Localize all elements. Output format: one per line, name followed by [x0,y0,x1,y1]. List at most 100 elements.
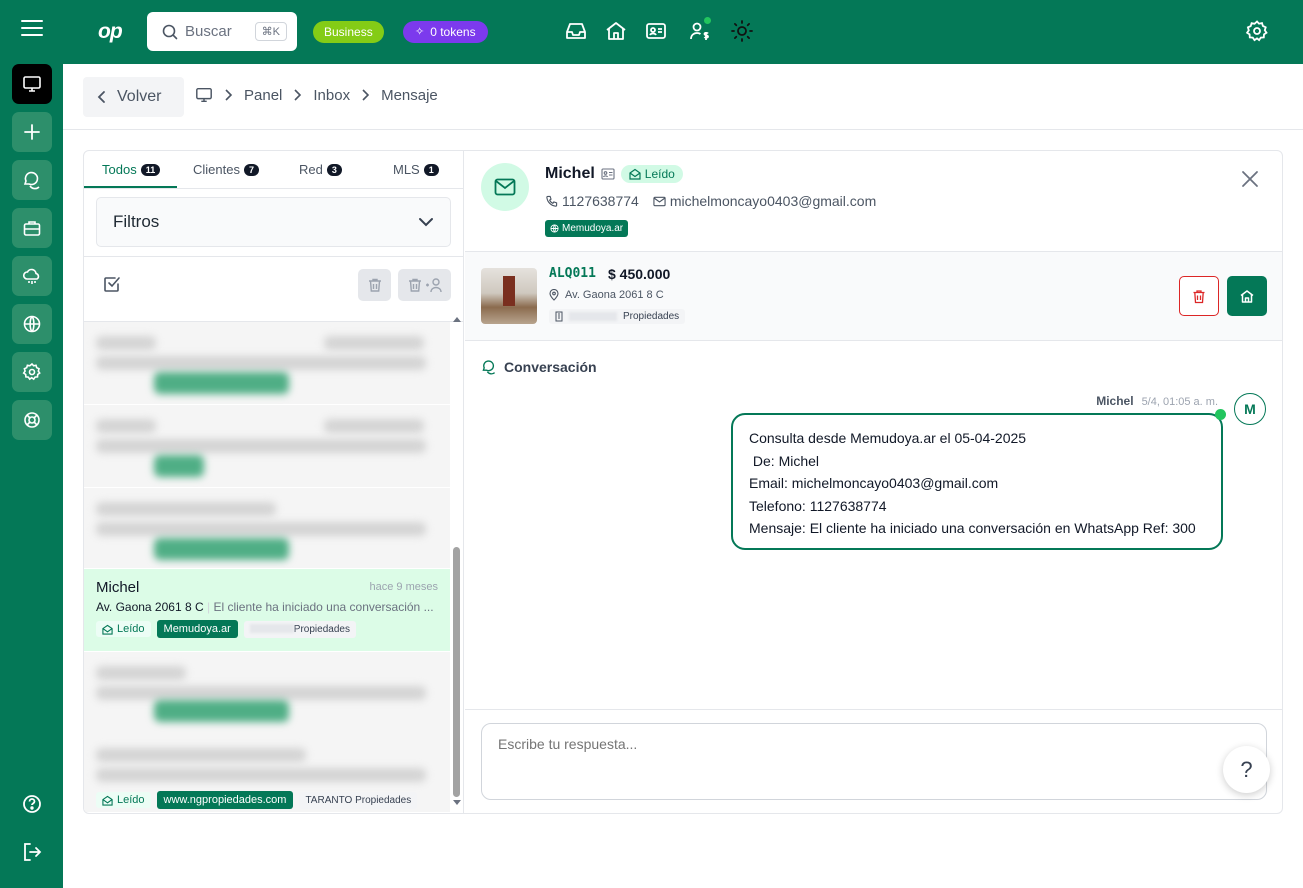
chat-icon[interactable] [12,160,52,200]
unlink-property-button[interactable] [1179,276,1219,316]
desktop-icon[interactable] [12,64,52,104]
plus-icon[interactable] [12,112,52,152]
property-thumbnail[interactable] [481,268,537,324]
sun-icon[interactable] [730,19,754,43]
settings-icon[interactable] [12,352,52,392]
message-line: Consulta desde Memudoya.ar el 05-04-2025 [749,430,1027,446]
scroll-down-icon[interactable] [453,800,461,806]
envelope-icon [494,178,516,196]
agency-badge: Propiedades [243,620,356,638]
inbox-panel: Todos 11 Clientes 7 Red 3 MLS 1 Filtros [83,150,1283,814]
select-all-checkbox-icon[interactable] [102,274,122,294]
tokens-badge[interactable]: ✧ 0 tokens [403,21,488,43]
property-code[interactable]: ALQ011 [549,266,596,281]
top-bar: op Buscar ⌘K Business ✧ 0 tokens [0,0,1303,64]
home-icon[interactable] [604,19,628,43]
list-item-active[interactable]: Michel hace 9 meses Av. Gaona 2061 8 C |… [84,569,450,651]
message-line: De: Michel [749,452,820,469]
tab-clientes[interactable]: Clientes 7 [193,162,259,177]
help-icon[interactable] [20,792,44,816]
help-button[interactable]: ? [1223,746,1270,793]
message-summary: Av. Gaona 2061 8 C | El cliente ha inici… [96,600,434,614]
contact-header: Michel Leído 1127638774 michelmoncayo040… [465,151,1282,252]
sparkle-icon: ✧ [415,26,425,38]
active-tab-indicator [84,186,177,188]
user-icon [425,278,442,293]
tab-todos[interactable]: Todos 11 [102,162,161,177]
message-time: hace 9 meses [369,581,438,593]
tab-count: 11 [140,163,161,176]
close-icon[interactable] [1238,167,1262,191]
trash-icon [408,278,421,292]
search-shortcut: ⌘K [254,22,287,41]
message-sender: Michel [1096,394,1134,408]
property-card: ALQ011 $ 450.000 Av. Gaona 2061 8 C Prop… [465,252,1282,341]
plan-badge[interactable]: Business [313,21,384,43]
building-icon [555,311,563,322]
back-button[interactable]: Volver [83,77,184,117]
contact-phone[interactable]: 1127638774 [545,193,639,209]
phone-icon [546,195,558,207]
property-address: Av. Gaona 2061 8 C [96,600,204,614]
scroll-up-icon[interactable] [453,316,461,322]
crumb-panel[interactable]: Panel [244,87,282,104]
chevron-down-icon [419,218,433,227]
status-label: Leído [117,794,145,806]
envelope-open-icon [629,168,641,180]
settings-icon[interactable] [1245,19,1269,43]
delete-selected-button[interactable] [358,269,391,301]
logout-icon[interactable] [20,840,44,864]
reply-input[interactable] [481,723,1267,800]
contact-card-icon[interactable] [644,19,668,43]
trash-icon [368,278,381,292]
left-sidebar [0,64,63,888]
crumb-inbox[interactable]: Inbox [313,87,350,104]
search-box[interactable]: Buscar ⌘K [147,12,297,51]
contact-name: Michel [545,165,595,182]
chevron-right-icon [225,89,233,101]
contact-name-row: Michel Leído [545,165,683,183]
email-address: michelmoncayo0403@gmail.com [669,193,877,209]
list-toolbar [84,256,464,322]
view-property-button[interactable] [1227,276,1267,316]
message-snippet: El cliente ha iniciado una conversación … [213,600,434,614]
lifebuoy-icon[interactable] [12,400,52,440]
message-timestamp: 5/4, 01:05 a. m. [1141,396,1218,408]
portal-badge: Memudoya.ar [156,620,238,638]
tab-mls[interactable]: MLS 1 [393,162,439,177]
tab-label: Todos [102,162,137,177]
globe-icon[interactable] [12,304,52,344]
inbox-icon[interactable] [564,19,588,43]
conversation-title-label: Conversación [504,359,597,375]
envelope-open-icon [102,795,113,806]
delete-assign-button[interactable] [398,269,451,301]
list-item[interactable] [84,322,450,404]
status-badge: Leído [620,165,683,183]
user-dollar-icon[interactable] [688,16,712,43]
cloud-icon[interactable] [12,256,52,296]
status-label: Leído [117,623,145,635]
tokens-label: 0 tokens [430,25,476,39]
map-pin-icon [549,289,559,301]
message-meta: Michel 5/4, 01:05 a. m. [1096,394,1218,408]
status-dot [1215,409,1226,420]
scrollbar-thumb[interactable] [453,547,460,797]
list-item[interactable] [84,652,450,812]
desktop-icon[interactable] [195,86,213,104]
contact-card-icon[interactable] [601,168,615,180]
filters-dropdown[interactable]: Filtros [96,197,451,247]
filters-label: Filtros [113,212,160,231]
contact-email[interactable]: michelmoncayo0403@gmail.com [653,193,876,209]
item-badges: Leído Memudoya.ar Propiedades [96,620,438,638]
chevron-left-icon [97,91,105,103]
list-item[interactable] [84,405,450,487]
tab-red[interactable]: Red 3 [299,162,342,177]
app-logo[interactable]: op [98,20,123,44]
back-label: Volver [117,88,162,105]
list-scrollbar[interactable] [451,317,463,812]
briefcase-icon[interactable] [12,208,52,248]
breadcrumb-bar: Volver Panel Inbox Mensaje [63,64,1303,130]
tab-label: Red [299,162,323,177]
list-item[interactable] [84,488,450,568]
menu-icon[interactable] [18,14,46,42]
